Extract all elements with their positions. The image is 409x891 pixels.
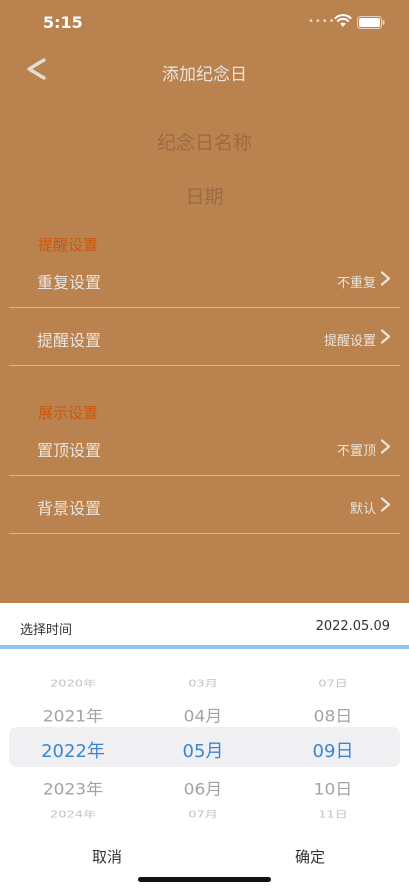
day-option[interactable]: 10日 [274,776,392,799]
status-time: 5:15 [43,13,83,32]
picker-label: 选择时间 [20,623,73,638]
wifi-icon [334,14,352,27]
nav-bar: 添加纪念日 [0,44,409,96]
day-option[interactable]: 09日 [274,737,392,763]
row-value: 默认 [349,502,376,517]
month-option[interactable]: 07月 [144,807,262,821]
row-label: 重复设置 [37,273,102,292]
picker-actions: 取消 确定 [0,839,409,879]
confirm-button[interactable]: 确定 [289,845,331,868]
year-option[interactable]: 2023年 [14,776,132,799]
pin-setting-row[interactable]: 置顶设置 不置顶 [9,417,400,476]
cancel-button[interactable]: 取消 [86,845,128,868]
row-value: 不置顶 [336,444,376,459]
year-wheel[interactable]: 2020年 2021年 2022年 2023年 2024年 [14,649,132,825]
home-indicator [138,877,271,882]
row-value: 不重复 [336,276,376,291]
row-label: 置顶设置 [37,441,102,460]
signal-icon: •••• [308,16,336,27]
picker-header: 选择时间 2022.05.09 [0,603,409,645]
year-option[interactable]: 2021年 [14,703,132,726]
day-option[interactable]: 08日 [274,703,392,726]
chevron-right-icon [380,271,391,286]
background-setting-row[interactable]: 背景设置 默认 [9,475,400,534]
day-option[interactable]: 07日 [274,676,392,690]
month-wheel[interactable]: 03月 04月 05月 06月 07月 [144,649,262,825]
chevron-right-icon [380,497,391,512]
picker-selected-date: 2022.05.09 [315,619,390,634]
day-option[interactable]: 11日 [274,807,392,821]
status-bar: 5:15 •••• [0,0,409,44]
chevron-right-icon [380,329,391,344]
row-value: 提醒设置 [323,334,376,349]
year-option[interactable]: 2020年 [14,676,132,690]
chevron-right-icon [380,439,391,454]
repeat-setting-row[interactable]: 重复设置 不重复 [9,249,400,308]
row-label: 提醒设置 [37,331,102,350]
anniversary-name-input[interactable]: 纪念日名称 [0,128,409,155]
month-option[interactable]: 03月 [144,676,262,690]
row-label: 背景设置 [37,499,102,518]
date-picker-panel: 选择时间 2022.05.09 2020年 2021年 2022年 2023年 2024… [0,603,409,891]
reminder-setting-row[interactable]: 提醒设置 提醒设置 [9,307,400,366]
year-option[interactable]: 2024年 [14,807,132,821]
month-option[interactable]: 04月 [144,703,262,726]
page-title: 添加纪念日 [162,65,247,85]
month-option[interactable]: 06月 [144,776,262,799]
day-wheel[interactable]: 07日 08日 09日 10日 11日 [274,649,392,825]
date-field[interactable]: 日期 [0,182,409,209]
battery-icon [357,16,385,29]
month-option[interactable]: 05月 [144,737,262,763]
year-option[interactable]: 2022年 [14,737,132,763]
